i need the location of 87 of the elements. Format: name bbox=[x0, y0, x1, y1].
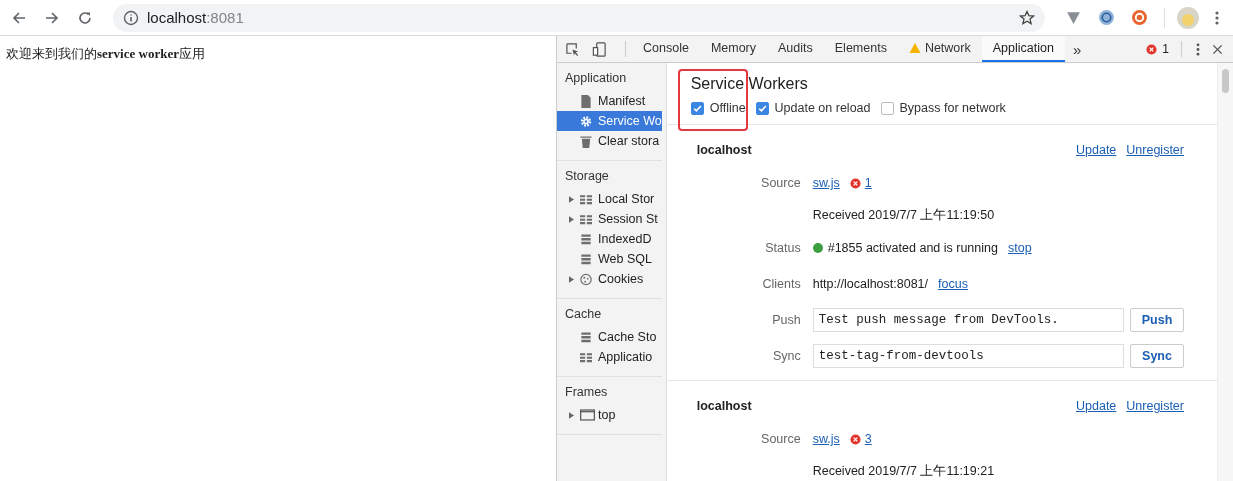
address-bar[interactable]: localhost:8081 bbox=[113, 3, 1045, 32]
error-icon bbox=[849, 177, 861, 189]
message-input[interactable]: Test push message from DevTools. bbox=[812, 308, 1124, 332]
document-icon bbox=[580, 94, 592, 108]
frame-icon bbox=[580, 409, 595, 421]
settings-icon bbox=[580, 114, 592, 128]
extension-icon[interactable] bbox=[1131, 9, 1148, 26]
action-link[interactable]: Update bbox=[1076, 143, 1117, 157]
option-checkbox[interactable]: Update on reload bbox=[755, 101, 871, 115]
sidebar-item[interactable]: Service Wo bbox=[557, 111, 662, 131]
source-link[interactable]: sw.js bbox=[812, 432, 840, 446]
panel-tab[interactable]: Application bbox=[981, 36, 1065, 62]
sidebar-item[interactable]: Local Stor bbox=[557, 189, 662, 209]
sidebar-item[interactable]: top bbox=[557, 405, 662, 425]
action-link[interactable]: Update bbox=[1076, 399, 1117, 413]
panel-tab[interactable]: Audits bbox=[767, 36, 824, 62]
send-button[interactable]: Push bbox=[1130, 308, 1184, 332]
checkbox[interactable] bbox=[755, 101, 769, 115]
trash-icon bbox=[580, 134, 592, 148]
device-icon[interactable] bbox=[592, 41, 607, 57]
cookie-icon bbox=[580, 272, 592, 286]
stop-link[interactable]: stop bbox=[1007, 241, 1032, 255]
table-icon bbox=[580, 350, 592, 364]
sidebar-item[interactable]: Cache Sto bbox=[557, 327, 662, 347]
sidebar-item[interactable]: Web SQL bbox=[557, 249, 662, 269]
option-checkbox[interactable]: Bypass for network bbox=[880, 101, 1006, 115]
error-count[interactable]: 1 bbox=[1140, 36, 1175, 62]
worker-host: localhost bbox=[696, 399, 752, 413]
scrollbar-thumb[interactable] bbox=[1222, 69, 1229, 93]
checkbox[interactable] bbox=[880, 101, 894, 115]
error-count-link[interactable]: 1 bbox=[864, 176, 872, 190]
extension-icon[interactable] bbox=[1065, 9, 1082, 26]
sidebar-item[interactable]: Session St bbox=[557, 209, 662, 229]
sidebar-item[interactable]: Applicatio bbox=[557, 347, 662, 367]
section-heading: Cache bbox=[564, 307, 603, 323]
star-icon[interactable] bbox=[1019, 9, 1035, 26]
error-icon bbox=[1146, 43, 1158, 55]
database-icon bbox=[580, 330, 592, 344]
field-label: Status bbox=[765, 241, 801, 255]
field-label: Sync bbox=[772, 349, 801, 363]
source-link[interactable]: sw.js bbox=[812, 176, 840, 190]
expand-arrow-icon[interactable] bbox=[569, 275, 574, 283]
inspect-icon[interactable] bbox=[565, 41, 580, 57]
focus-link[interactable]: focus bbox=[938, 277, 968, 291]
field-label: Push bbox=[772, 313, 801, 327]
section-heading: Storage bbox=[564, 169, 610, 185]
action-link[interactable]: Unregister bbox=[1126, 399, 1184, 413]
received-text: Received 2019/7/7 上午11:19:50 bbox=[812, 207, 995, 224]
send-button[interactable]: Sync bbox=[1130, 344, 1184, 368]
section-heading: Frames bbox=[564, 385, 609, 401]
received-text: Received 2019/7/7 上午11:19:21 bbox=[812, 463, 995, 480]
action-link[interactable]: Unregister bbox=[1126, 143, 1184, 157]
panel-tab[interactable]: Console bbox=[632, 36, 700, 62]
menu-icon[interactable] bbox=[1215, 9, 1219, 26]
error-count-link[interactable]: 3 bbox=[864, 432, 872, 446]
status-text: #1855 activated and is running bbox=[827, 241, 998, 255]
error-icon bbox=[849, 433, 861, 445]
sidebar-item[interactable]: IndexedD bbox=[557, 229, 662, 249]
database-icon bbox=[580, 252, 592, 266]
sidebar-item[interactable]: Clear stora bbox=[557, 131, 662, 151]
section-heading: Application bbox=[564, 71, 628, 87]
client-url: http://localhost:8081/ bbox=[812, 277, 929, 291]
more-tabs-button[interactable]: » bbox=[1064, 36, 1090, 62]
sidebar-item[interactable]: Manifest bbox=[557, 91, 662, 111]
table-icon bbox=[580, 192, 592, 206]
menu-icon[interactable] bbox=[1196, 41, 1200, 57]
panel-title: Service Workers bbox=[690, 75, 809, 93]
field-label: Clients bbox=[762, 277, 801, 291]
sidebar-item[interactable]: Cookies bbox=[557, 269, 662, 289]
expand-arrow-icon[interactable] bbox=[569, 195, 574, 203]
field-label: Source bbox=[761, 432, 801, 446]
welcome-text: 欢迎来到我们的service worker应用 bbox=[6, 45, 206, 63]
info-icon bbox=[123, 9, 139, 26]
panel-tab[interactable]: Network bbox=[897, 36, 982, 62]
message-input[interactable]: test-tag-from-devtools bbox=[812, 344, 1124, 368]
expand-arrow-icon[interactable] bbox=[569, 215, 574, 223]
panel-tab[interactable]: Memory bbox=[699, 36, 768, 62]
option-checkbox[interactable]: Offline bbox=[690, 101, 746, 115]
worker-host: localhost bbox=[696, 143, 752, 157]
panel-tab[interactable]: Elements bbox=[823, 36, 898, 62]
table-icon bbox=[580, 212, 592, 226]
extension-icon[interactable] bbox=[1098, 9, 1115, 26]
close-icon[interactable] bbox=[1212, 43, 1223, 55]
field-label: Source bbox=[761, 176, 801, 190]
expand-arrow-icon[interactable] bbox=[569, 411, 574, 419]
checkbox[interactable] bbox=[690, 101, 704, 115]
database-icon bbox=[580, 232, 592, 246]
